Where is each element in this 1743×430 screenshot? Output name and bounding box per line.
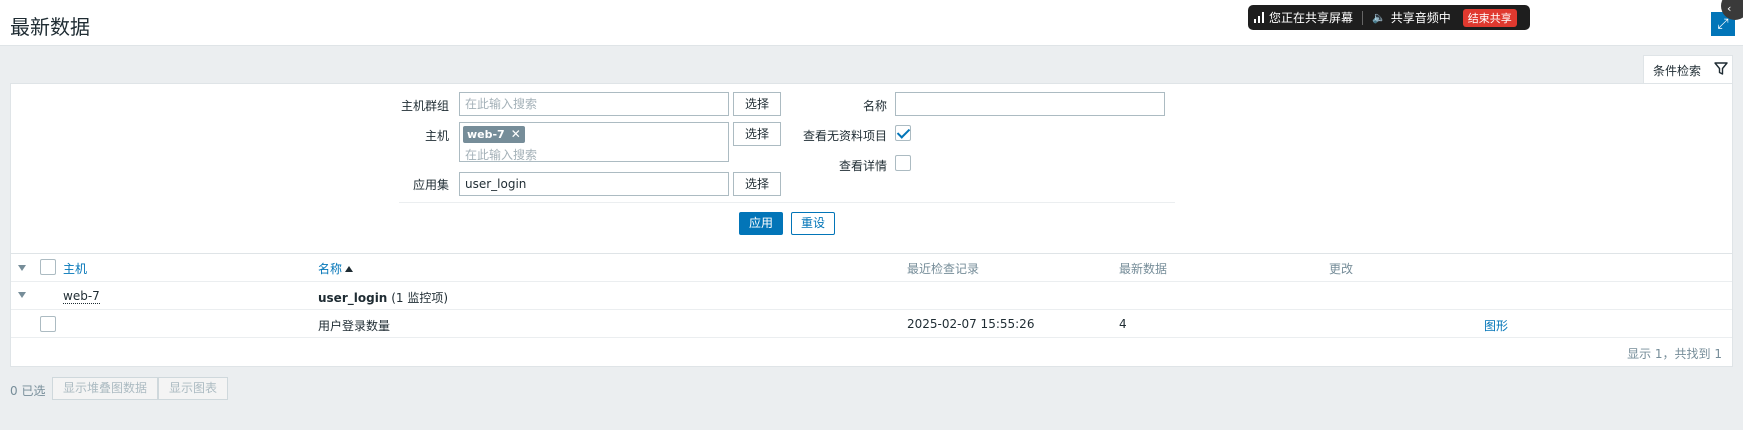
host-label: 主机 [424, 129, 449, 143]
column-last-check: 最近检查记录 [907, 262, 980, 276]
sort-ascending-icon [345, 266, 354, 272]
share-bar-divider [1362, 10, 1364, 25]
selected-count: 0 已选 [10, 384, 46, 398]
signal-bars-icon [1254, 12, 1264, 23]
show-graph-button[interactable]: 显示图表 [158, 377, 229, 400]
filter-tab-label: 条件检索 [1653, 63, 1702, 78]
group-host-label: web-7 [63, 289, 100, 304]
application-input[interactable]: user_login [459, 172, 729, 196]
table-group-row: web-7 user_login (1 监控项) [11, 282, 1732, 310]
apply-button[interactable]: 应用 [739, 212, 783, 235]
host-search-placeholder[interactable]: 在此输入搜索 [465, 146, 537, 163]
speaker-icon: 🔈 [1372, 11, 1386, 24]
application-select-button[interactable]: 选择 [733, 172, 781, 196]
show-details-checkbox[interactable] [895, 155, 911, 171]
filter-divider [399, 202, 1175, 203]
column-name-label: 名称 [318, 262, 343, 276]
name-label: 名称 [862, 99, 887, 113]
host-tag-label: web-7 [467, 128, 505, 141]
show-no-data-checkbox[interactable] [895, 125, 911, 141]
column-name[interactable]: 名称 [318, 260, 354, 277]
host-select-button[interactable]: 选择 [733, 122, 781, 146]
table-footer-count: 显示 1，共找到 1 [1627, 347, 1722, 361]
screen-share-bar: 您正在共享屏幕 🔈 共享音频中 结束共享 [1248, 5, 1530, 30]
stacked-graph-button[interactable]: 显示堆叠图数据 [52, 377, 159, 400]
host-multiselect[interactable]: web-7 ✕ 在此输入搜索 [459, 122, 729, 162]
row-checkbox[interactable] [40, 316, 56, 332]
item-last-check: 2025-02-07 15:55:26 [907, 317, 1035, 331]
host-group-input[interactable]: 在此输入搜索 [459, 92, 729, 116]
group-app: user_login (1 监控项) [318, 289, 448, 306]
page-title: 最新数据 [10, 15, 90, 39]
sharing-screen-text: 您正在共享屏幕 [1269, 11, 1354, 25]
collapse-all-icon[interactable] [18, 265, 26, 271]
reset-button[interactable]: 重设 [791, 212, 835, 235]
group-app-name: user_login [318, 291, 388, 305]
stop-sharing-button[interactable]: 结束共享 [1462, 8, 1517, 27]
host-tag: web-7 ✕ [463, 126, 525, 143]
group-host-link[interactable]: web-7 [63, 289, 100, 304]
table-row: 用户登录数量 2025-02-07 15:55:26 4 图形 [11, 310, 1732, 338]
application-label: 应用集 [412, 178, 449, 192]
column-change: 更改 [1329, 262, 1354, 276]
remove-tag-icon[interactable]: ✕ [511, 126, 521, 143]
select-all-checkbox[interactable] [40, 259, 56, 275]
graph-link[interactable]: 图形 [1484, 317, 1508, 334]
host-group-label: 主机群组 [400, 99, 449, 113]
collapse-group-icon[interactable] [18, 292, 26, 298]
table-header-row: 主机 名称 最近检查记录 最新数据 更改 [11, 254, 1732, 282]
item-name: 用户登录数量 [318, 319, 391, 333]
funnel-icon [1714, 62, 1728, 75]
filter-tab[interactable]: 条件检索 [1643, 55, 1733, 84]
latest-data-table: 主机 名称 最近检查记录 最新数据 更改 web-7 user_login (1… [10, 253, 1733, 367]
name-input[interactable] [895, 92, 1165, 116]
item-last-value: 4 [1119, 317, 1127, 331]
column-host[interactable]: 主机 [63, 260, 87, 277]
show-details-label: 查看详情 [838, 159, 887, 173]
host-group-select-button[interactable]: 选择 [733, 92, 781, 116]
bottom-action-bar: 0 已选 显示堆叠图数据 显示图表 [0, 374, 1743, 430]
show-no-data-label: 查看无资料项目 [802, 129, 887, 143]
sharing-audio-text: 共享音频中 [1390, 11, 1451, 25]
filter-panel: 主机群组 在此输入搜索 选择 主机 web-7 ✕ 在此输入搜索 选择 应用集 … [10, 83, 1733, 270]
group-item-count: (1 监控项) [391, 291, 449, 305]
column-last-value: 最新数据 [1119, 262, 1168, 276]
